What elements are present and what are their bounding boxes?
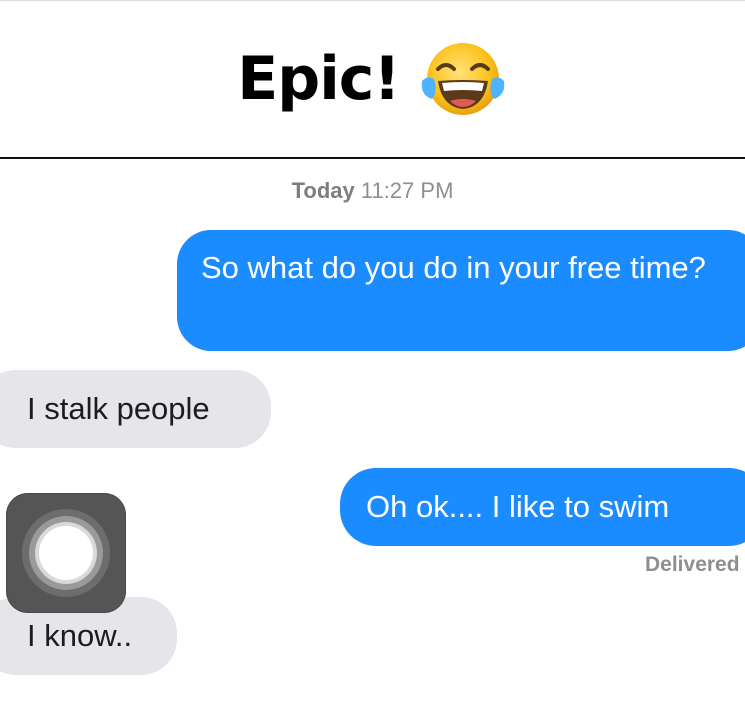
caption-header: Epic! bbox=[0, 0, 745, 159]
timestamp-time: 11:27 PM bbox=[360, 178, 454, 203]
assistive-touch-icon[interactable] bbox=[6, 493, 126, 613]
outgoing-message-bubble[interactable]: So what do you do in your free time? bbox=[177, 230, 745, 351]
delivered-status: Delivered bbox=[645, 553, 740, 576]
timestamp-day: Today bbox=[291, 178, 355, 203]
incoming-message-bubble[interactable]: I stalk people bbox=[0, 370, 271, 448]
outgoing-message-bubble[interactable]: Oh ok.... I like to swim bbox=[340, 468, 745, 546]
caption-divider bbox=[0, 157, 745, 159]
meme-page: Epic! Today 11:27 PM So what do you do i… bbox=[0, 0, 745, 720]
message-timestamp: Today 11:27 PM bbox=[0, 178, 745, 204]
caption: Epic! bbox=[0, 39, 745, 119]
assistive-touch-center bbox=[39, 526, 93, 580]
caption-text: Epic! bbox=[237, 44, 400, 114]
face-with-tears-of-joy-icon bbox=[421, 43, 505, 115]
